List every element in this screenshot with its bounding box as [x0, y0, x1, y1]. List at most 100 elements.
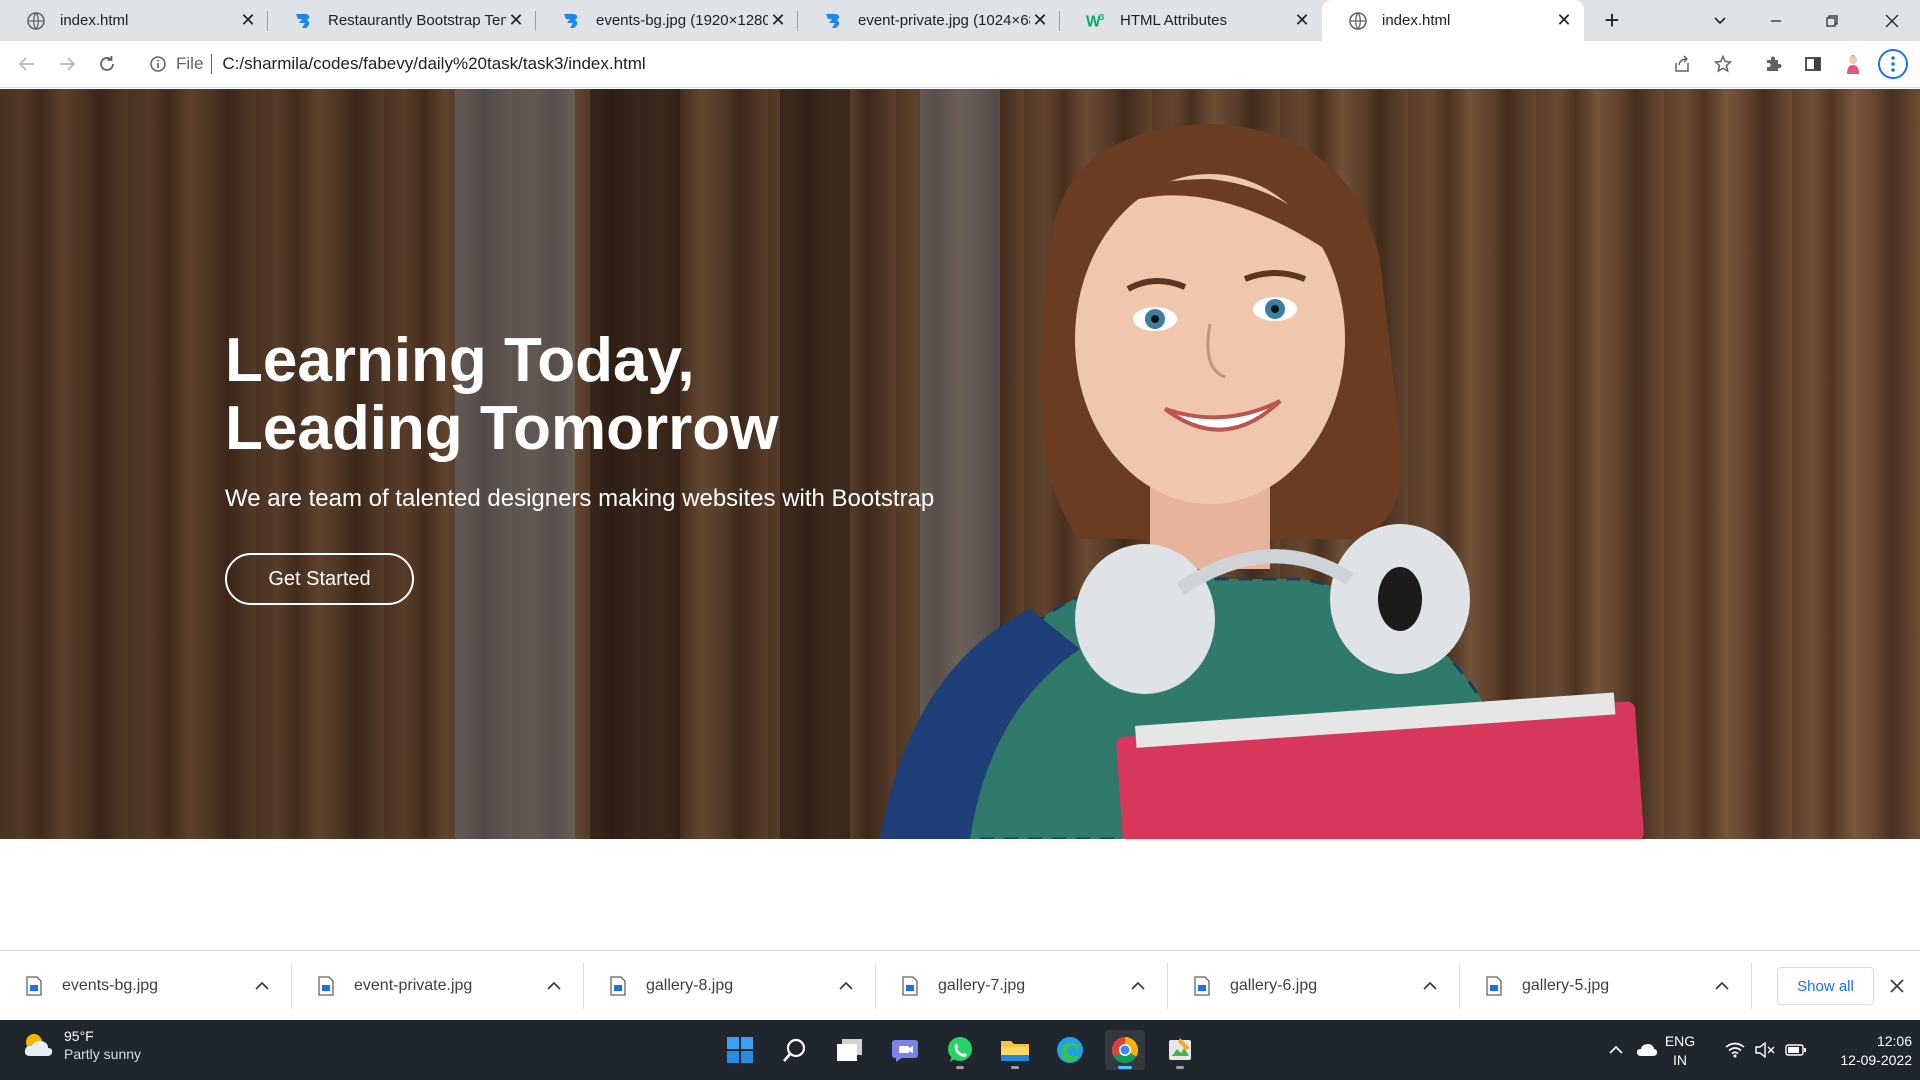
download-item[interactable]: event-private.jpg: [292, 951, 584, 1021]
puzzle-icon: [1767, 56, 1782, 71]
image-editor-app[interactable]: [1160, 1030, 1200, 1070]
chevron-up-icon[interactable]: [838, 978, 854, 994]
battery-button[interactable]: [1780, 1020, 1812, 1080]
url-text[interactable]: C:/sharmila/codes/fabevy/daily%20task/ta…: [222, 54, 645, 74]
download-item[interactable]: gallery-7.jpg: [876, 951, 1168, 1021]
system-clock[interactable]: 12:06 12-09-2022: [1816, 1032, 1912, 1070]
teams-chat-button[interactable]: [885, 1030, 925, 1070]
show-all-button[interactable]: Show all: [1777, 967, 1874, 1005]
bookmark-button[interactable]: [1708, 49, 1738, 79]
omnibox-divider: [211, 54, 213, 74]
extensions-button[interactable]: [1758, 49, 1788, 79]
browser-toolbar: File C:/sharmila/codes/fabevy/daily%20ta…: [0, 41, 1920, 88]
hero-title-line2: Leading Tomorrow: [225, 394, 779, 463]
reload-button[interactable]: [92, 49, 122, 79]
reload-icon: [100, 56, 114, 71]
share-button[interactable]: [1667, 49, 1697, 79]
windows-taskbar: 95°F Partly sunny ENG IN 12:06 12-09-202…: [0, 1020, 1920, 1080]
info-icon[interactable]: [149, 55, 167, 73]
arrow-right-icon: [60, 57, 76, 71]
download-item[interactable]: gallery-5.jpg: [1460, 951, 1752, 1021]
back-button[interactable]: [12, 49, 42, 79]
tab-search-button[interactable]: [1692, 0, 1748, 41]
svg-text:3: 3: [1100, 13, 1105, 22]
file-explorer-app[interactable]: [995, 1030, 1035, 1070]
task-view-button[interactable]: [830, 1030, 870, 1070]
download-filename: gallery-8.jpg: [646, 977, 734, 994]
close-icon[interactable]: ✕: [506, 10, 526, 31]
side-panel-button[interactable]: [1798, 49, 1828, 79]
download-shelf: events-bg.jpg event-private.jpg gallery-…: [0, 950, 1920, 1020]
minimize-button[interactable]: [1748, 0, 1804, 41]
weather-temp: 95°F: [64, 1028, 94, 1044]
onedrive-button[interactable]: [1632, 1020, 1662, 1080]
close-icon[interactable]: ✕: [1292, 10, 1312, 31]
edge-app[interactable]: [1050, 1030, 1090, 1070]
weather-widget[interactable]: 95°F Partly sunny: [22, 1028, 141, 1062]
close-icon[interactable]: ✕: [1554, 10, 1574, 31]
image-file-icon: [26, 976, 42, 996]
volume-button[interactable]: [1750, 1020, 1780, 1080]
download-filename: event-private.jpg: [354, 977, 473, 994]
w3schools-icon: W3: [1086, 11, 1106, 31]
chevron-up-icon[interactable]: [254, 978, 270, 994]
running-indicator: [1011, 1066, 1019, 1069]
running-indicator: [1118, 1066, 1132, 1069]
chevron-up-icon[interactable]: [546, 978, 562, 994]
menu-button[interactable]: [1878, 49, 1908, 79]
windows-icon: [727, 1037, 753, 1063]
share-icon: [1675, 55, 1689, 72]
get-started-button[interactable]: Get Started: [225, 553, 414, 605]
download-item[interactable]: gallery-8.jpg: [584, 951, 876, 1021]
wifi-icon: [1725, 1042, 1745, 1058]
close-window-button[interactable]: [1864, 0, 1920, 41]
minimize-icon: [1771, 19, 1781, 22]
tab-index-1[interactable]: index.html ✕: [0, 0, 268, 41]
tab-event-private[interactable]: event-private.jpg (1024×683) ✕: [798, 0, 1060, 41]
star-icon: [1714, 55, 1732, 73]
image-file-icon: [1486, 976, 1502, 996]
whatsapp-icon: [948, 1037, 972, 1062]
close-icon: [1885, 14, 1899, 27]
restore-button[interactable]: [1804, 0, 1860, 41]
scheme-label: File: [176, 54, 204, 73]
tab-title: HTML Attributes: [1120, 12, 1227, 29]
tab-title: event-private.jpg (1024×683): [858, 12, 1030, 29]
bootstrapmade-icon: [562, 11, 582, 31]
start-button[interactable]: [720, 1030, 760, 1070]
close-shelf-button[interactable]: [1884, 973, 1910, 999]
running-indicator: [1176, 1066, 1184, 1069]
profile-avatar[interactable]: [1838, 49, 1868, 79]
search-button[interactable]: [775, 1030, 815, 1070]
tab-restaurantly[interactable]: Restaurantly Bootstrap Template ✕: [268, 0, 536, 41]
chevron-up-icon[interactable]: [1422, 978, 1438, 994]
arrow-left-icon: [18, 57, 34, 71]
network-button[interactable]: [1720, 1020, 1750, 1080]
close-icon[interactable]: ✕: [1030, 10, 1050, 31]
clock-time: 12:06: [1876, 1033, 1912, 1049]
close-icon[interactable]: ✕: [768, 10, 788, 31]
chrome-app[interactable]: [1105, 1030, 1145, 1070]
download-filename: gallery-7.jpg: [938, 977, 1026, 994]
hero-section: Learning Today, Leading Tomorrow We are …: [0, 89, 1920, 839]
input-language[interactable]: ENG IN: [1660, 1032, 1700, 1070]
show-hidden-icons-button[interactable]: [1604, 1020, 1628, 1080]
download-filename: gallery-5.jpg: [1522, 977, 1610, 994]
edge-icon: [1057, 1037, 1083, 1063]
lang-primary: ENG: [1664, 1033, 1696, 1049]
tab-index-active[interactable]: index.html ✕: [1322, 0, 1584, 41]
download-item[interactable]: events-bg.jpg: [0, 951, 292, 1021]
tab-html-attributes[interactable]: W3 HTML Attributes ✕: [1060, 0, 1322, 41]
close-icon[interactable]: ✕: [238, 10, 258, 31]
chevron-up-icon[interactable]: [1714, 978, 1730, 994]
chevron-up-icon[interactable]: [1130, 978, 1146, 994]
new-tab-button[interactable]: +: [1597, 5, 1627, 35]
download-item[interactable]: gallery-6.jpg: [1168, 951, 1460, 1021]
address-bar[interactable]: File C:/sharmila/codes/fabevy/daily%20ta…: [135, 46, 1715, 82]
whatsapp-app[interactable]: [940, 1030, 980, 1070]
hero-subtitle: We are team of talented designers making…: [225, 485, 935, 512]
tab-events-bg[interactable]: events-bg.jpg (1920×1280) ✕: [536, 0, 798, 41]
forward-button[interactable]: [52, 49, 82, 79]
tab-title: Restaurantly Bootstrap Template: [328, 12, 506, 29]
partly-sunny-icon: [24, 1034, 53, 1056]
